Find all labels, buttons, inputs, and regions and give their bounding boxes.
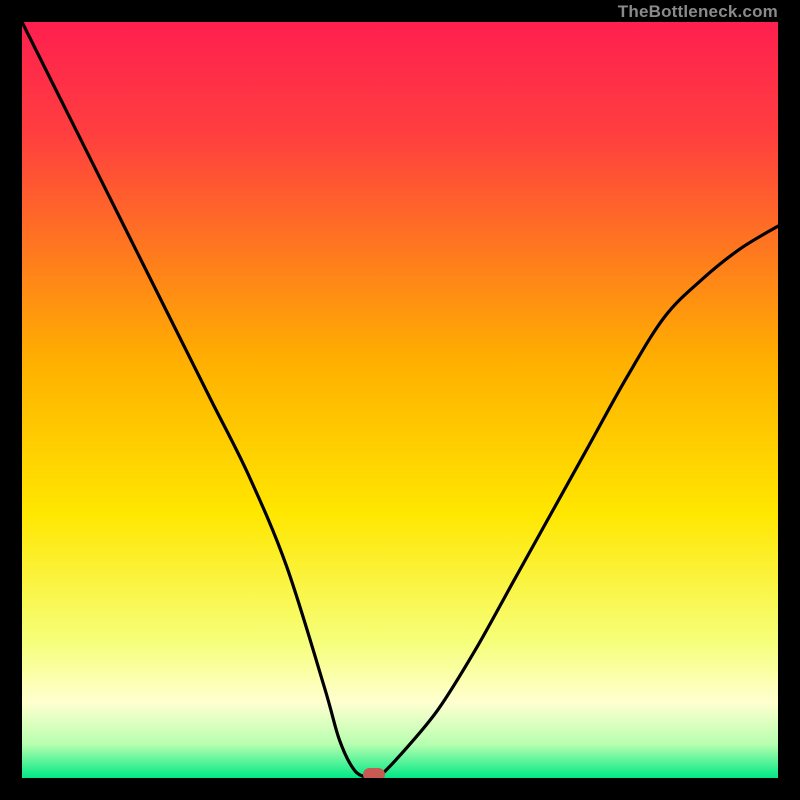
optimum-marker [363,768,385,778]
chart-container: TheBottleneck.com [0,0,800,800]
watermark: TheBottleneck.com [618,2,778,22]
plot-area [22,22,778,778]
bottleneck-curve [22,22,778,778]
